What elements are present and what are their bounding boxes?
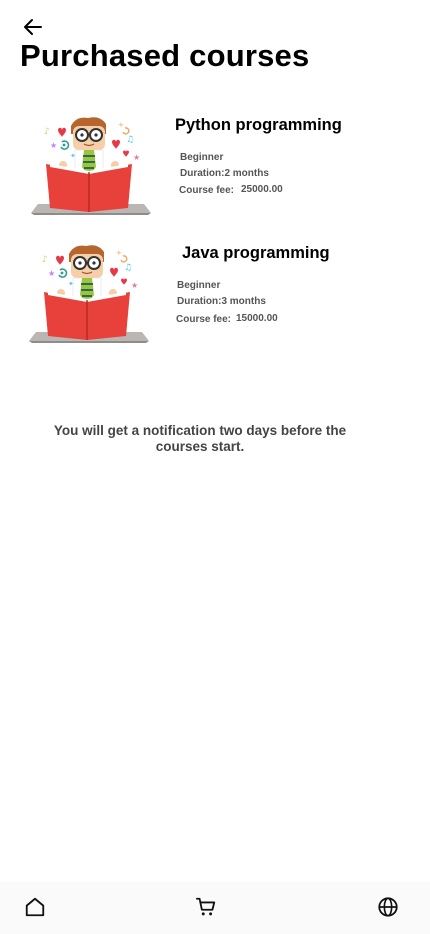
course-thumbnail [28,244,150,344]
course-fee-label: Course fee: [176,314,232,325]
course-level: Beginner [177,280,221,291]
nav-globe-button[interactable] [375,894,401,920]
globe-icon [378,897,398,917]
home-icon [25,897,45,917]
course-fee-value: 15000.00 [236,313,278,324]
page-title: Purchased courses [20,38,310,73]
cart-icon [195,897,216,916]
course-card[interactable]: Python programming Beginner Duration:2 m… [0,110,430,230]
course-duration: Duration:3 months [177,296,266,307]
course-level: Beginner [180,152,224,163]
nav-home-button[interactable] [22,894,48,920]
course-thumbnail [30,116,152,216]
course-fee-value: 25000.00 [241,184,283,195]
course-card[interactable]: Java programming Beginner Duration:3 mon… [0,238,430,358]
nav-cart-button[interactable] [193,894,219,920]
course-duration: Duration:2 months [180,168,269,179]
arrow-left-icon [24,19,42,35]
course-name: Java programming [182,244,330,262]
notification-notice: You will get a notification two days bef… [53,423,347,454]
course-fee-label: Course fee: [179,185,235,196]
back-button[interactable] [20,15,46,39]
course-name: Python programming [175,116,342,134]
bottom-nav [0,882,430,934]
